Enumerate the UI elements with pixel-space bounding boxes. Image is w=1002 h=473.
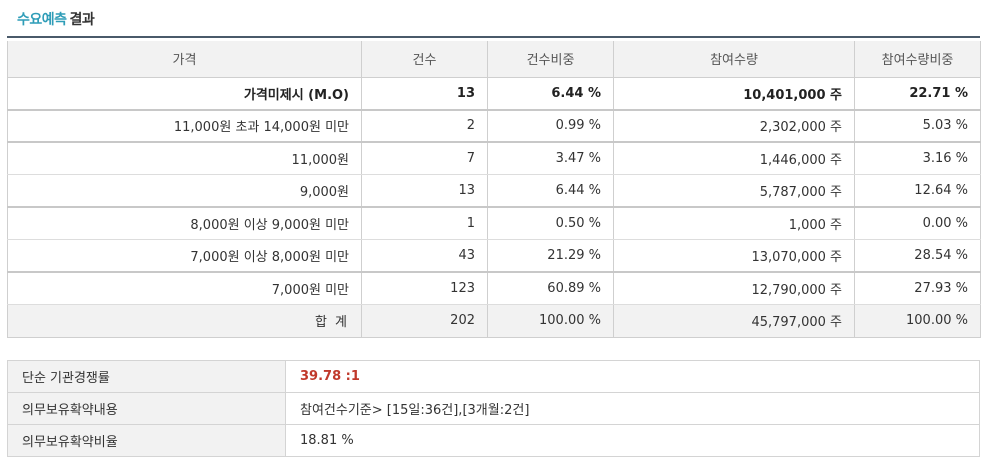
cell-count-ratio: 3.47 % <box>487 142 614 175</box>
cell-count: 43 <box>361 239 488 273</box>
total-quantity-ratio: 100.00 % <box>854 304 981 338</box>
cell-count: 7 <box>361 142 488 175</box>
section-title-accent: 수요예측 <box>17 12 67 28</box>
table-row: 7,000원 미만 123 60.89 % 12,790,000 주 27.93… <box>7 272 981 305</box>
cell-price: 7,000원 미만 <box>7 272 362 305</box>
cell-count: 1 <box>361 207 488 240</box>
table-header-row: 가격 건수 건수비중 참여수량 참여수량비중 <box>7 41 981 78</box>
section-title-bar: 수요예측 결과 <box>7 0 980 38</box>
table-row: 8,000원 이상 9,000원 미만 1 0.50 % 1,000 주 0.0… <box>7 207 981 240</box>
summary-row-competition: 단순 기관경쟁률 39.78 :1 <box>7 360 980 393</box>
cell-count-ratio: 0.50 % <box>487 207 614 240</box>
header-price: 가격 <box>7 41 362 78</box>
cell-quantity: 1,000 주 <box>613 207 855 240</box>
cell-price: 9,000원 <box>7 174 362 208</box>
cell-quantity-ratio: 0.00 % <box>854 207 981 240</box>
lockup-ratio-value: 18.81 % <box>285 424 980 457</box>
cell-quantity: 1,446,000 주 <box>613 142 855 175</box>
cell-quantity-ratio: 22.71 % <box>854 77 981 111</box>
lockup-content-value: 참여건수기준> [15일:36건],[3개월:2건] <box>285 392 980 425</box>
cell-price: 8,000원 이상 9,000원 미만 <box>7 207 362 240</box>
cell-count: 123 <box>361 272 488 305</box>
cell-count: 13 <box>361 174 488 208</box>
table-row: 11,000원 초과 14,000원 미만 2 0.99 % 2,302,000… <box>7 109 981 143</box>
summary-label-competition: 단순 기관경쟁률 <box>7 360 286 393</box>
section-title: 수요예측 결과 <box>17 9 95 29</box>
cell-count-ratio: 21.29 % <box>487 239 614 273</box>
cell-quantity-ratio: 12.64 % <box>854 174 981 208</box>
cell-quantity: 10,401,000 주 <box>613 77 855 111</box>
table-row: 9,000원 13 6.44 % 5,787,000 주 12.64 % <box>7 174 981 208</box>
competition-ratio-value: 39.78 :1 <box>285 360 980 393</box>
cell-price: 11,000원 초과 14,000원 미만 <box>7 109 362 143</box>
cell-quantity-ratio: 3.16 % <box>854 142 981 175</box>
total-count-ratio: 100.00 % <box>487 304 614 338</box>
cell-quantity-ratio: 27.93 % <box>854 272 981 305</box>
summary-row-lockup-ratio: 의무보유확약비율 18.81 % <box>7 424 980 457</box>
cell-count-ratio: 6.44 % <box>487 174 614 208</box>
summary-label-lockup-ratio: 의무보유확약비율 <box>7 424 286 457</box>
table-row: 가격미제시 (M.O) 13 6.44 % 10,401,000 주 22.71… <box>7 77 981 111</box>
cell-count-ratio: 6.44 % <box>487 77 614 111</box>
cell-price: 가격미제시 (M.O) <box>7 77 362 111</box>
cell-count-ratio: 0.99 % <box>487 109 614 143</box>
total-quantity: 45,797,000 주 <box>613 304 855 338</box>
total-count: 202 <box>361 304 488 338</box>
total-row: 합 계 202 100.00 % 45,797,000 주 100.00 % <box>7 304 981 338</box>
cell-quantity: 13,070,000 주 <box>613 239 855 273</box>
section-title-rest: 결과 <box>69 12 95 28</box>
cell-price: 11,000원 <box>7 142 362 175</box>
cell-price: 7,000원 이상 8,000원 미만 <box>7 239 362 273</box>
header-quantity: 참여수량 <box>613 41 855 78</box>
header-count-ratio: 건수비중 <box>487 41 614 78</box>
summary-row-lockup-content: 의무보유확약내용 참여건수기준> [15일:36건],[3개월:2건] <box>7 392 980 425</box>
cell-count: 2 <box>361 109 488 143</box>
cell-quantity-ratio: 28.54 % <box>854 239 981 273</box>
demand-forecast-table: 가격 건수 건수비중 참여수량 참여수량비중 가격미제시 (M.O) 13 6.… <box>7 41 981 338</box>
cell-quantity-ratio: 5.03 % <box>854 109 981 143</box>
cell-quantity: 12,790,000 주 <box>613 272 855 305</box>
total-label: 합 계 <box>7 304 362 338</box>
summary-table: 단순 기관경쟁률 39.78 :1 의무보유확약내용 참여건수기준> [15일:… <box>7 360 980 457</box>
cell-count-ratio: 60.89 % <box>487 272 614 305</box>
table-row: 11,000원 7 3.47 % 1,446,000 주 3.16 % <box>7 142 981 175</box>
cell-quantity: 2,302,000 주 <box>613 109 855 143</box>
cell-quantity: 5,787,000 주 <box>613 174 855 208</box>
header-quantity-ratio: 참여수량비중 <box>854 41 981 78</box>
summary-label-lockup-content: 의무보유확약내용 <box>7 392 286 425</box>
table-row: 7,000원 이상 8,000원 미만 43 21.29 % 13,070,00… <box>7 239 981 273</box>
cell-count: 13 <box>361 77 488 111</box>
header-count: 건수 <box>361 41 488 78</box>
